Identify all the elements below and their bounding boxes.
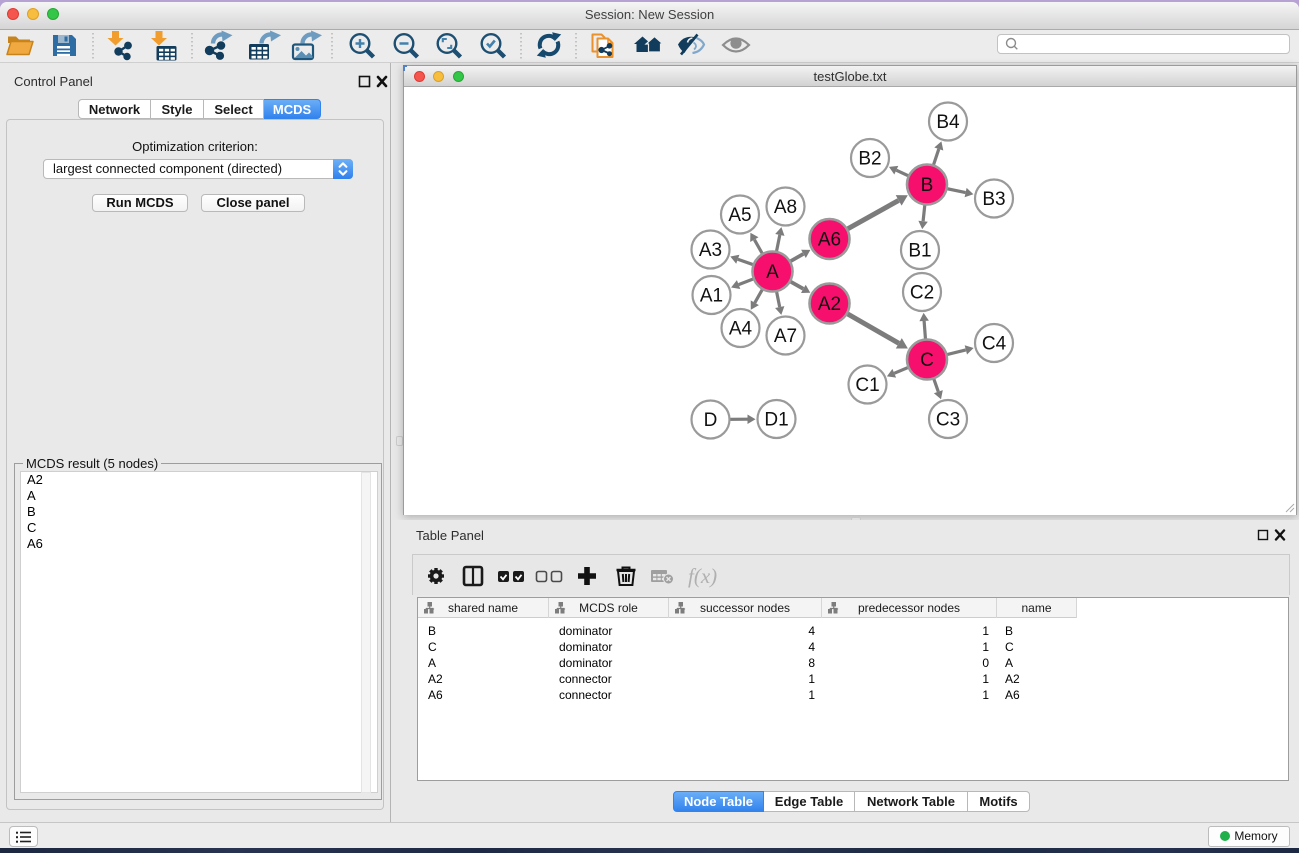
svg-text:B2: B2 bbox=[858, 149, 881, 170]
svg-text:B4: B4 bbox=[936, 112, 960, 133]
svg-text:A7: A7 bbox=[774, 326, 797, 347]
svg-text:A4: A4 bbox=[729, 319, 753, 340]
svg-text:A3: A3 bbox=[699, 240, 722, 261]
svg-text:A: A bbox=[766, 262, 779, 283]
svg-text:B1: B1 bbox=[908, 241, 931, 262]
svg-text:f(x): f(x) bbox=[688, 564, 717, 588]
svg-text:D1: D1 bbox=[764, 410, 788, 431]
svg-text:A2: A2 bbox=[818, 294, 841, 315]
svg-text:C1: C1 bbox=[855, 375, 879, 396]
svg-text:C2: C2 bbox=[910, 283, 934, 304]
svg-text:A6: A6 bbox=[818, 230, 841, 251]
svg-text:C3: C3 bbox=[936, 410, 960, 431]
svg-text:A1: A1 bbox=[700, 286, 723, 307]
svg-text:C: C bbox=[920, 350, 934, 371]
svg-text:B3: B3 bbox=[982, 189, 1005, 210]
svg-text:C4: C4 bbox=[982, 334, 1007, 355]
svg-text:B: B bbox=[921, 175, 934, 196]
svg-text:A5: A5 bbox=[728, 205, 751, 226]
svg-text:D: D bbox=[704, 410, 718, 431]
svg-text:A8: A8 bbox=[774, 197, 797, 218]
